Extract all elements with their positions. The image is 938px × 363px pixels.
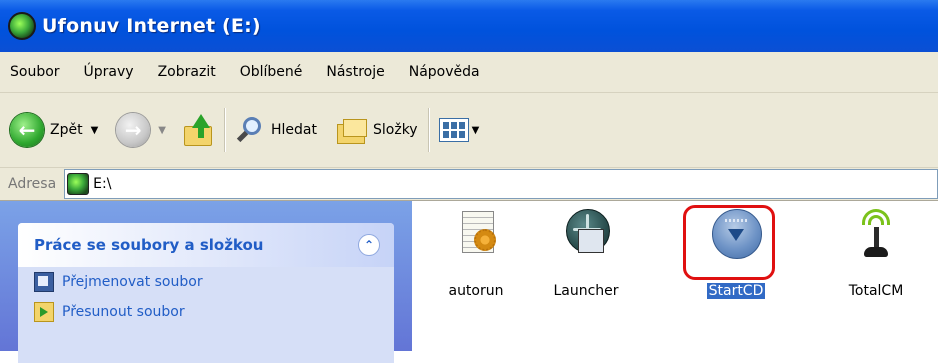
file-name: TotalCM — [848, 283, 904, 299]
menu-nastroje[interactable]: Nástroje — [314, 64, 396, 80]
explorer-window: Ufonuv Internet (E:) Soubor Úpravy Zobra… — [0, 0, 938, 363]
address-bar: Adresa E:\ — [0, 168, 938, 201]
autorun-icon — [448, 207, 504, 263]
toolbar: ← Zpět ▼ → ▼ Hledat Složky ▼ — [0, 93, 938, 168]
menu-soubor[interactable]: Soubor — [0, 64, 72, 80]
drive-app-icon — [8, 12, 36, 40]
file-name: StartCD — [706, 283, 766, 299]
menu-zobrazit[interactable]: Zobrazit — [146, 64, 228, 80]
menu-bar: Soubor Úpravy Zobrazit Oblíbené Nástroje… — [0, 52, 938, 93]
address-value: E:\ — [93, 176, 112, 192]
folders-icon — [335, 116, 367, 144]
drive-icon — [67, 173, 90, 195]
toolbar-separator — [224, 108, 225, 152]
file-name: Launcher — [553, 283, 619, 299]
back-dropdown-icon[interactable]: ▼ — [91, 125, 99, 136]
address-input[interactable]: E:\ — [64, 169, 938, 199]
menu-oblibene[interactable]: Oblíbené — [228, 64, 315, 80]
menu-upravy[interactable]: Úpravy — [72, 64, 146, 80]
collapse-chevron-icon[interactable]: ⌃ — [358, 234, 380, 256]
folders-label: Složky — [373, 122, 418, 138]
task-label: Přesunout soubor — [62, 304, 185, 320]
file-name: autorun — [448, 283, 504, 299]
file-autorun[interactable]: autorun — [426, 207, 526, 299]
forward-dropdown-icon[interactable]: ▼ — [158, 125, 166, 136]
title-bar[interactable]: Ufonuv Internet (E:) — [0, 0, 938, 52]
panel-title: Práce se soubory a složkou — [34, 236, 264, 254]
file-tasks-panel: Práce se soubory a složkou ⌃ Přejmenovat… — [18, 223, 394, 363]
views-dropdown-icon[interactable]: ▼ — [472, 125, 480, 136]
back-label: Zpět — [50, 122, 83, 138]
search-button[interactable]: Hledat — [235, 110, 317, 150]
rename-icon — [34, 272, 54, 292]
annotation-highlight-box — [683, 205, 775, 280]
back-button[interactable]: ← Zpět ▼ — [0, 110, 98, 150]
window-title: Ufonuv Internet (E:) — [42, 15, 261, 37]
toolbar-separator — [427, 108, 429, 152]
file-totalcm[interactable]: TotalCM — [826, 207, 926, 299]
forward-arrow-icon: → — [116, 113, 151, 147]
launcher-icon — [558, 207, 614, 263]
address-label: Adresa — [8, 176, 57, 192]
back-arrow-icon: ← — [10, 113, 44, 147]
file-list: autorun Launcher StartCD TotalCM — [412, 201, 938, 351]
search-icon — [235, 115, 265, 145]
task-label: Přejmenovat soubor — [62, 274, 203, 290]
menu-napoveda[interactable]: Nápověda — [397, 64, 492, 80]
panel-header[interactable]: Práce se soubory a složkou ⌃ — [18, 223, 394, 267]
forward-button[interactable]: → ▼ — [116, 110, 166, 150]
file-launcher[interactable]: Launcher — [536, 207, 636, 299]
up-folder-button[interactable] — [182, 110, 214, 150]
views-icon — [438, 118, 469, 142]
task-pane: Práce se soubory a složkou ⌃ Přejmenovat… — [0, 201, 412, 363]
folders-button[interactable]: Složky — [335, 110, 418, 150]
search-label: Hledat — [271, 122, 317, 138]
task-move-file[interactable]: Přesunout soubor — [18, 297, 394, 327]
task-rename-file[interactable]: Přejmenovat soubor — [18, 267, 394, 297]
views-button[interactable]: ▼ — [438, 110, 480, 150]
totalcm-icon — [848, 207, 904, 263]
move-icon — [34, 302, 54, 322]
up-folder-icon — [182, 114, 214, 146]
